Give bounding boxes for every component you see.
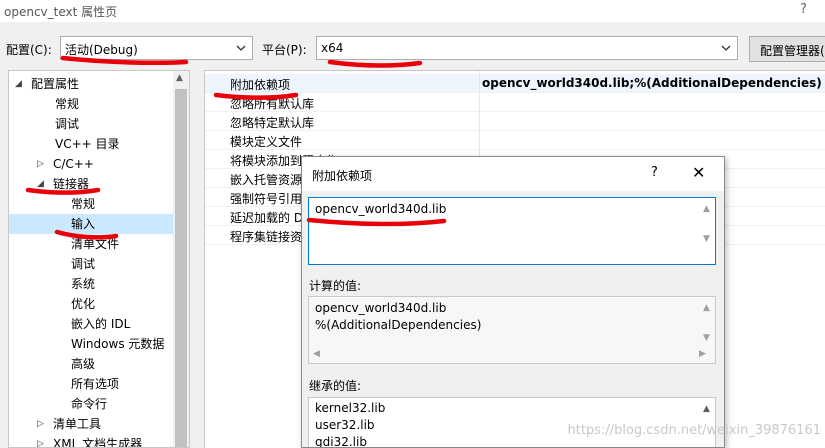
tree-item-label: 常规 — [71, 197, 96, 211]
config-manager-button[interactable]: 配置管理器( — [749, 36, 825, 62]
platform-dropdown[interactable]: x64 — [316, 36, 738, 60]
tree-item[interactable]: 调试 — [9, 254, 175, 274]
property-row[interactable]: 模块定义文件 — [205, 131, 825, 150]
expanded-arrow-icon[interactable]: ◢ — [37, 174, 47, 194]
tree-item[interactable]: Windows 元数据 — [9, 334, 175, 354]
input-line: opencv_world340d.lib — [315, 202, 447, 216]
tree-item-label: 所有选项 — [71, 377, 120, 391]
chevron-down-icon — [236, 45, 246, 51]
scroll-up-icon[interactable]: ▲ — [703, 303, 710, 313]
computed-values-label: 计算的值: — [309, 279, 362, 293]
scroll-down-icon[interactable]: ▼ — [703, 234, 710, 244]
tree-item[interactable]: 所有选项 — [9, 374, 175, 394]
tree-item-label: 命令行 — [71, 397, 108, 411]
input-scrollbar[interactable]: ▲ ▼ — [699, 198, 715, 264]
tree-item-label: 调试 — [55, 117, 80, 131]
collapsed-arrow-icon[interactable]: ▷ — [37, 434, 47, 447]
window-titlebar: opencv_text 属性页 ? — [0, 0, 825, 22]
tree-item[interactable]: 高级 — [9, 354, 175, 374]
property-row[interactable]: 忽略所有默认库 — [205, 93, 825, 112]
inherited-line: gdi32.lib — [315, 435, 367, 448]
tree-item-label: 嵌入的 IDL — [71, 317, 131, 331]
tree-item-label: 清单文件 — [71, 237, 120, 251]
scroll-up-icon[interactable]: ▲ — [703, 404, 710, 414]
dialog-titlebar: 附加依赖项 ? ✕ — [302, 157, 724, 191]
tree-item[interactable]: 嵌入的 IDL — [9, 314, 175, 334]
tree-item[interactable]: 命令行 — [9, 394, 175, 414]
tree-item[interactable]: ◢ 配置属性 — [9, 74, 175, 94]
tree-item[interactable]: 常规 — [9, 194, 175, 214]
tree-item[interactable]: 输入 — [9, 214, 175, 234]
tree-item[interactable]: ◢ 链接器 — [9, 174, 175, 194]
config-dropdown[interactable]: 活动(Debug) — [60, 36, 253, 60]
config-label: 配置(C): — [6, 43, 52, 57]
property-name: 模块定义文件 — [230, 135, 303, 149]
tree-item-label: VC++ 目录 — [55, 137, 120, 151]
property-name: 强制符号引用 — [230, 192, 303, 206]
additional-dependencies-dialog: 附加依赖项 ? ✕ opencv_world340d.lib ▲ ▼ 计算的值:… — [301, 156, 725, 448]
tree-item-label: 常规 — [55, 97, 80, 111]
collapsed-arrow-icon[interactable]: ▷ — [37, 414, 47, 434]
scroll-up-icon[interactable]: ▲ — [176, 73, 183, 83]
close-icon[interactable]: ✕ — [692, 163, 705, 182]
tree-item-label: 优化 — [71, 297, 96, 311]
scroll-up-icon[interactable]: ▲ — [703, 204, 710, 214]
computed-line: opencv_world340d.lib — [315, 301, 447, 315]
property-name: 忽略特定默认库 — [230, 116, 315, 130]
tree-scrollbar[interactable]: ▲ — [173, 71, 189, 447]
collapsed-arrow-icon[interactable]: ▷ — [37, 154, 47, 174]
inherited-line: user32.lib — [315, 418, 375, 432]
computed-line: %(AdditionalDependencies) — [315, 318, 482, 332]
tree-item-label: 链接器 — [53, 177, 90, 191]
property-name: 忽略所有默认库 — [230, 97, 315, 111]
config-value: 活动(Debug) — [65, 43, 138, 57]
property-row[interactable]: 忽略特定默认库 — [205, 112, 825, 131]
tree-item-label: XML 文档生成器 — [53, 437, 143, 448]
dependencies-input[interactable]: opencv_world340d.lib ▲ ▼ — [308, 197, 716, 265]
tree-item[interactable]: 常规 — [9, 94, 175, 114]
property-value[interactable]: opencv_world340d.lib;%(AdditionalDepende… — [482, 76, 822, 90]
property-tree: ◢ 配置属性 常规 调试 VC++ 目录 ▷ C/C++ ◢ 链接器 常规 输入 清单文件 调试 系统 优化… — [8, 70, 190, 448]
inherited-line: kernel32.lib — [315, 401, 386, 415]
platform-value: x64 — [321, 41, 344, 55]
help-button[interactable]: ? — [800, 2, 807, 17]
computed-hscrollbar[interactable]: ◀ ▶ — [309, 347, 715, 363]
scroll-right-icon[interactable]: ▶ — [699, 349, 706, 359]
property-name: 附加依赖项 — [230, 78, 291, 92]
tree-item[interactable]: 清单文件 — [9, 234, 175, 254]
tree-item[interactable]: 系统 — [9, 274, 175, 294]
scroll-left-icon[interactable]: ◀ — [313, 349, 320, 359]
tree-item-label: 高级 — [71, 357, 96, 371]
scroll-thumb[interactable] — [175, 89, 187, 447]
window-title: opencv_text 属性页 — [4, 5, 118, 19]
computed-values-box: opencv_world340d.lib %(AdditionalDependen… — [308, 296, 716, 364]
tree-item[interactable]: VC++ 目录 — [9, 134, 175, 154]
dialog-help-button[interactable]: ? — [651, 165, 658, 180]
tree-item-label: 调试 — [71, 257, 96, 271]
tree-item[interactable]: 调试 — [9, 114, 175, 134]
dialog-title: 附加依赖项 — [312, 169, 373, 183]
tree-item-label: 清单工具 — [53, 417, 102, 431]
tree-item-label: 输入 — [71, 217, 96, 231]
tree-item-label: 配置属性 — [31, 77, 80, 91]
tree-item[interactable]: ▷ C/C++ — [9, 154, 175, 174]
tree-item[interactable]: ▷ XML 文档生成器 — [9, 434, 175, 448]
tree-item-label: 系统 — [71, 277, 96, 291]
tree-item[interactable]: 优化 — [9, 294, 175, 314]
computed-scrollbar[interactable]: ▲ ▼ — [699, 297, 715, 347]
property-row[interactable]: 附加依赖项 opencv_world340d.lib;%(AdditionalDe… — [205, 74, 825, 93]
chevron-down-icon — [721, 45, 731, 51]
expanded-arrow-icon[interactable]: ◢ — [15, 74, 25, 94]
tree-item[interactable]: ▷ 清单工具 — [9, 414, 175, 434]
platform-label: 平台(P): — [262, 43, 307, 57]
annotation-stroke — [327, 59, 423, 68]
watermark: https://blog.csdn.net/weixin_39876161 — [567, 423, 821, 438]
tree-item-label: C/C++ — [53, 157, 94, 171]
scroll-down-icon[interactable]: ▼ — [703, 333, 710, 343]
inherited-values-label: 继承的值: — [309, 379, 362, 393]
tree-item-label: Windows 元数据 — [71, 337, 165, 351]
